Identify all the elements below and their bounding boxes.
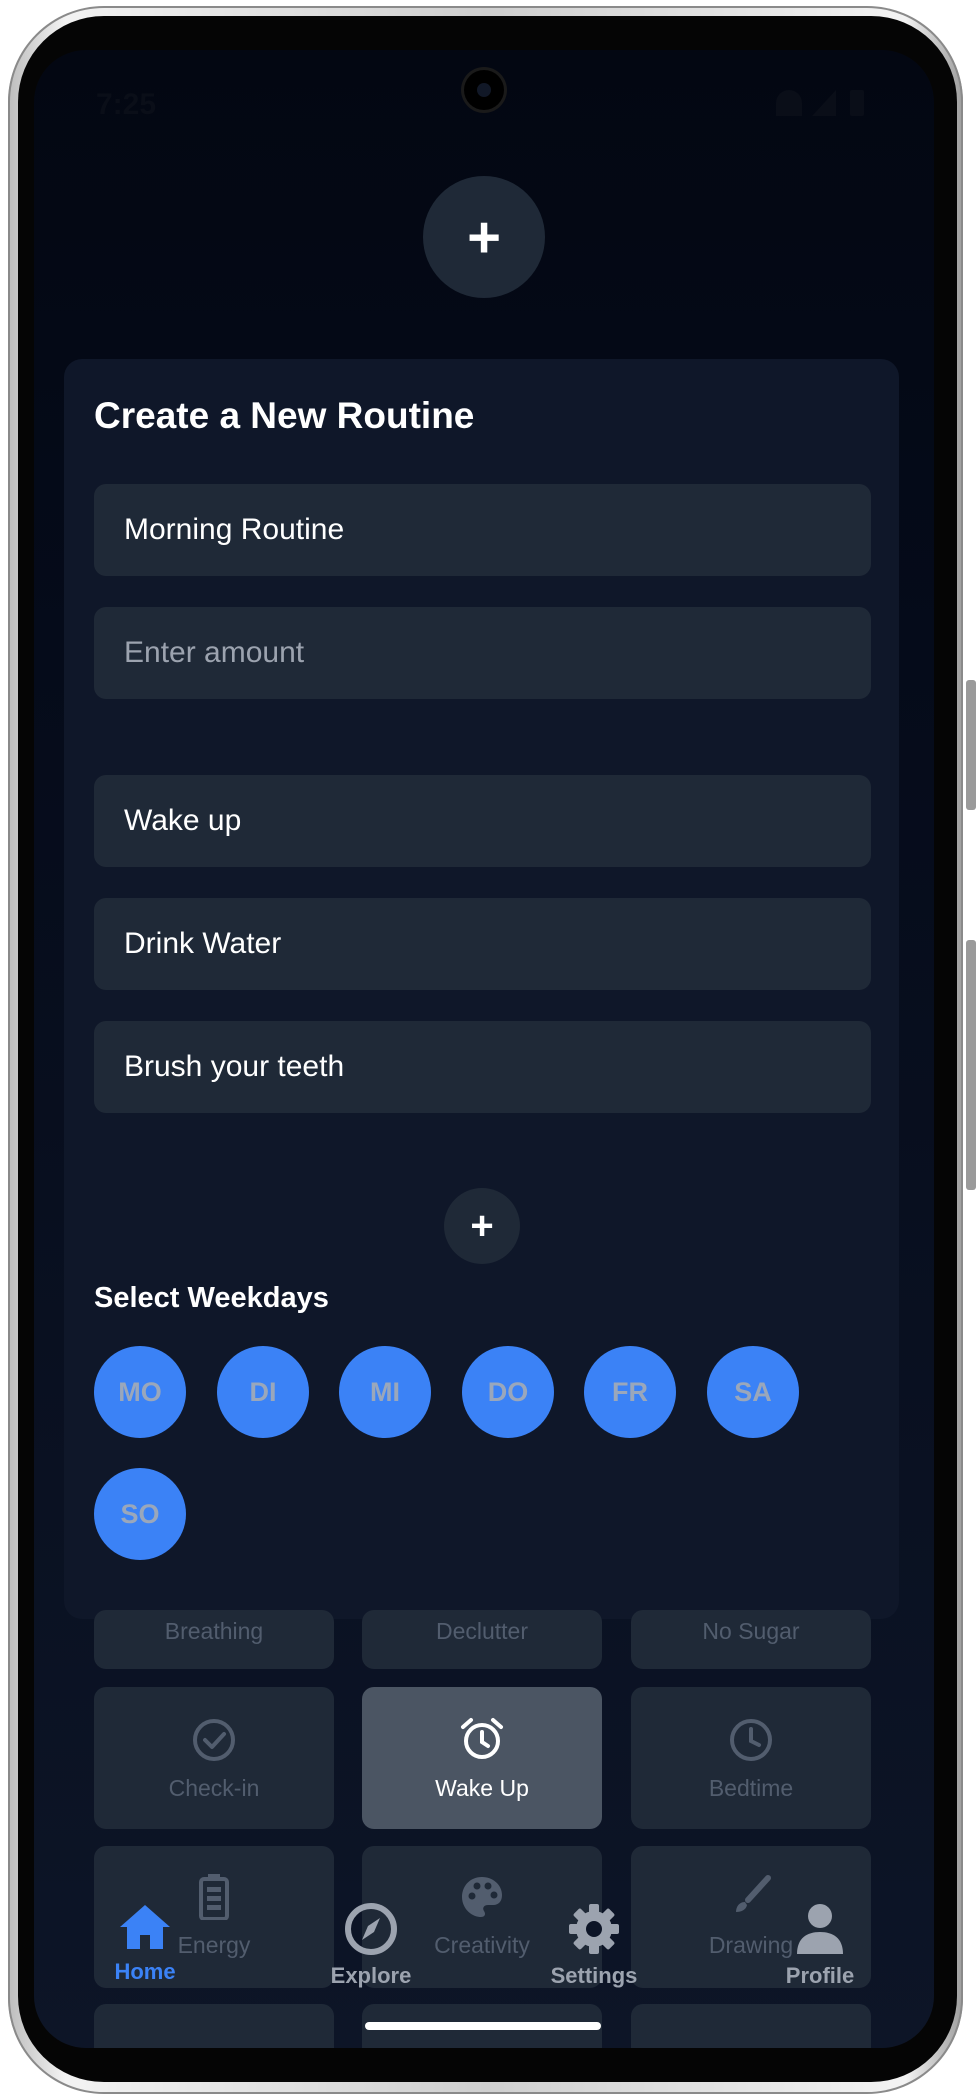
step-input-1[interactable]: Wake up xyxy=(94,775,871,867)
activity-label: Declutter xyxy=(435,1618,529,1644)
nav-explore[interactable]: Explore xyxy=(291,1902,451,1989)
alarm-clock-icon xyxy=(461,1718,503,1759)
step-input-2[interactable]: Drink Water xyxy=(94,898,871,990)
volume-button xyxy=(966,940,976,1190)
activity-label: Wake Up xyxy=(435,1775,529,1801)
signal-icon xyxy=(812,90,836,116)
person-icon xyxy=(797,1904,843,1954)
gear-icon xyxy=(569,1904,619,1954)
add-step-button[interactable]: + xyxy=(444,1188,520,1264)
nav-label: Profile xyxy=(785,1963,855,1988)
clock-icon xyxy=(730,1719,772,1761)
nav-label: Settings xyxy=(550,1963,638,1988)
activity-tile-partial[interactable] xyxy=(631,2004,871,2048)
activity-tile-partial[interactable] xyxy=(94,2004,334,2048)
app-screen: 7:25 + Create a New Routine Morning Rout… xyxy=(34,50,934,2048)
nav-settings[interactable]: Settings xyxy=(514,1902,674,1989)
nav-profile[interactable]: Profile xyxy=(740,1902,900,1989)
activity-label: Bedtime xyxy=(708,1775,794,1801)
amount-input[interactable]: Enter amount xyxy=(94,607,871,699)
card-title: Create a New Routine xyxy=(94,395,475,436)
nav-label: Explore xyxy=(330,1963,412,1988)
weekday-di[interactable]: DI xyxy=(217,1346,309,1438)
home-indicator[interactable] xyxy=(365,2022,601,2030)
add-routine-button[interactable]: + xyxy=(423,176,545,298)
home-icon xyxy=(120,1905,170,1949)
activity-tile-wake-up[interactable]: Wake Up xyxy=(362,1687,602,1829)
routine-name-input[interactable]: Morning Routine xyxy=(94,484,871,576)
step-input-3[interactable]: Brush your teeth xyxy=(94,1021,871,1113)
create-routine-card: Create a New Routine Morning Routine Ent… xyxy=(64,359,899,1619)
weekday-sa[interactable]: SA xyxy=(707,1346,799,1438)
weekday-do[interactable]: DO xyxy=(462,1346,554,1438)
front-camera xyxy=(464,70,504,110)
activity-label: Breathing xyxy=(164,1618,264,1644)
activity-label: Check-in xyxy=(168,1775,260,1801)
activity-label: No Sugar xyxy=(702,1618,800,1644)
weekdays-label: Select Weekdays xyxy=(94,1282,329,1314)
battery-status-icon xyxy=(850,90,864,116)
palette-icon xyxy=(462,1877,502,1917)
compass-icon xyxy=(345,1903,397,1955)
power-button xyxy=(966,680,976,810)
wifi-icon xyxy=(776,90,802,116)
weekday-mi[interactable]: MI xyxy=(339,1346,431,1438)
status-time: 7:25 xyxy=(96,88,157,121)
nav-home[interactable]: Home xyxy=(65,1902,225,1985)
activity-tile-bedtime[interactable]: Bedtime xyxy=(631,1687,871,1829)
activity-tile-breathing[interactable]: Breathing xyxy=(94,1610,334,1669)
weekday-so[interactable]: SO xyxy=(94,1468,186,1560)
weekday-mo[interactable]: MO xyxy=(94,1346,186,1438)
weekday-fr[interactable]: FR xyxy=(584,1346,676,1438)
nav-label: Home xyxy=(114,1959,176,1984)
activity-tile-check-in[interactable]: Check-in xyxy=(94,1687,334,1829)
check-circle-icon xyxy=(193,1719,235,1761)
activity-tile-no-sugar[interactable]: No Sugar xyxy=(631,1610,871,1669)
activity-tile-declutter[interactable]: Declutter xyxy=(362,1610,602,1669)
